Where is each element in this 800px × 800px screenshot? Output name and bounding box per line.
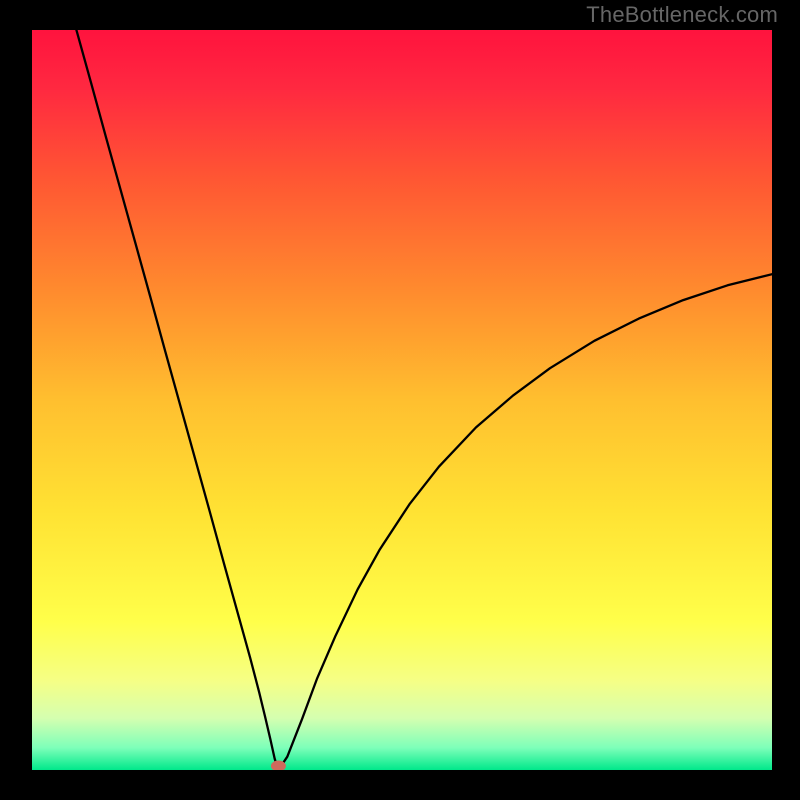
watermark-text: TheBottleneck.com	[586, 2, 778, 28]
bottleneck-chart	[32, 30, 772, 770]
chart-frame: TheBottleneck.com	[0, 0, 800, 800]
plot-background	[32, 30, 772, 770]
